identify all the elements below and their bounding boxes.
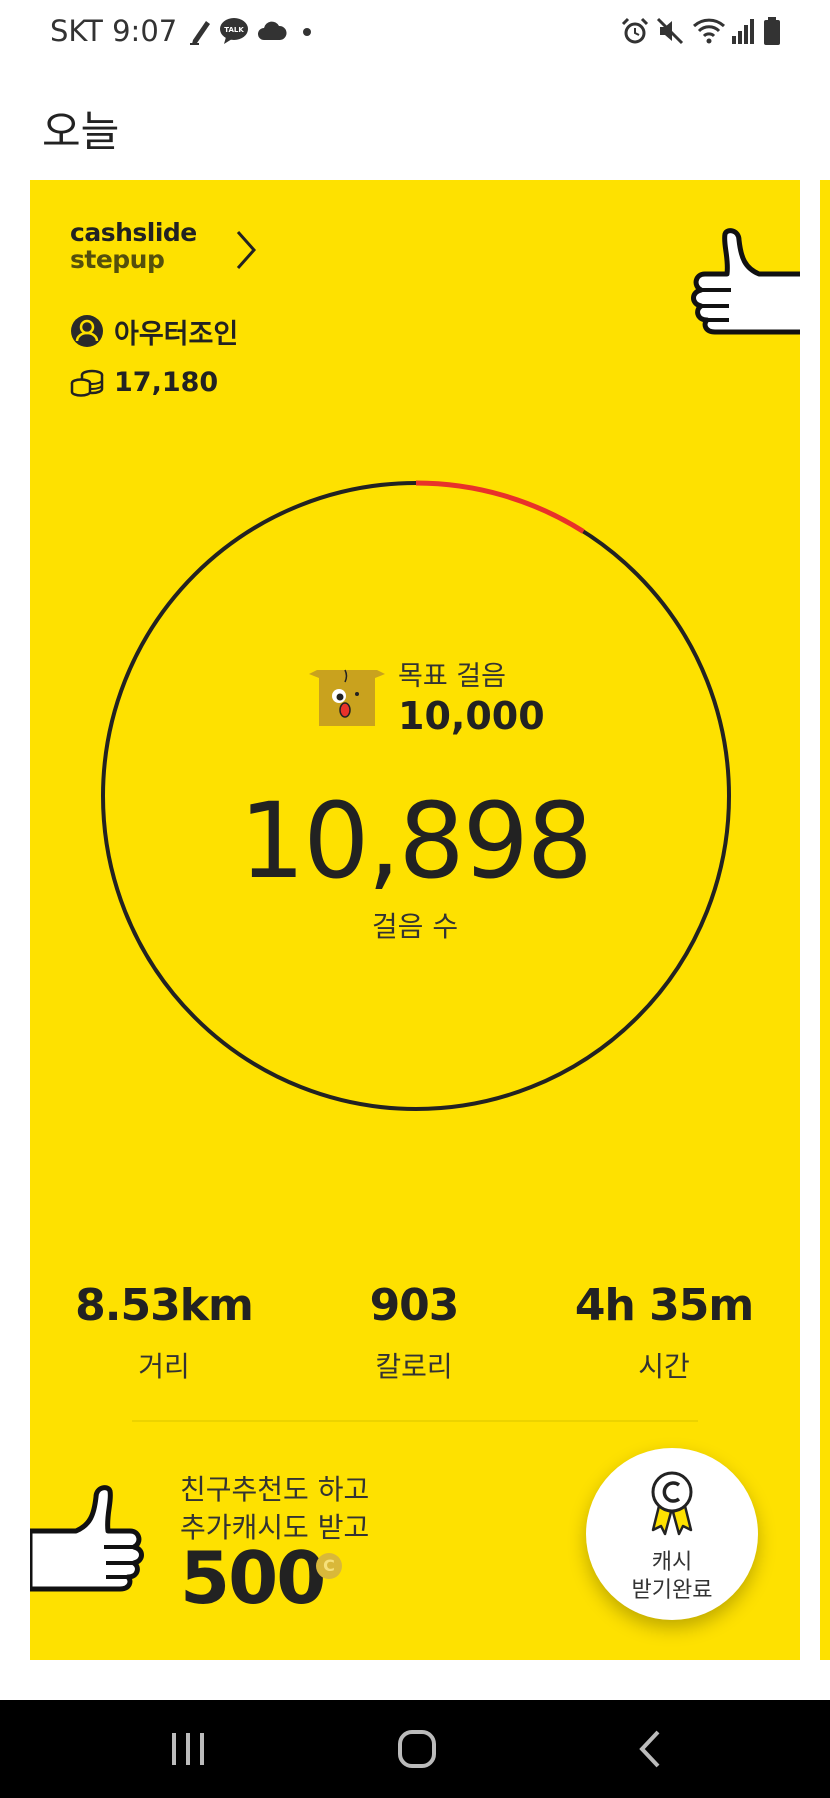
battery-icon	[764, 17, 780, 45]
status-time: SKT 9:07	[50, 14, 178, 48]
progress-over-goal-arc	[415, 480, 585, 534]
user-name: 아우터조인	[114, 318, 239, 350]
stat-distance-label: 거리	[138, 1350, 190, 1383]
user-row: 아우터조인	[70, 313, 239, 350]
nav-bar	[0, 1700, 830, 1798]
mute-icon	[656, 17, 684, 45]
brand-logo[interactable]: cashslide stepup	[70, 220, 197, 272]
mascot-icon	[309, 669, 385, 726]
user-circle-icon	[71, 315, 103, 347]
stat-time: 4h 35m 시간	[544, 1280, 784, 1385]
thumbs-up-icon	[691, 228, 800, 335]
promo-reward-value[interactable]: 500	[180, 1536, 326, 1620]
talk-badge-text: TALK	[224, 26, 244, 34]
stat-distance-value: 8.53km	[75, 1280, 254, 1331]
kakaotalk-icon: TALK	[220, 18, 248, 44]
brand-line1: cashslide	[70, 218, 197, 247]
chevron-right-icon[interactable]	[232, 228, 260, 272]
stat-calories-label: 칼로리	[375, 1350, 453, 1383]
goal-label: 목표 걸음	[398, 661, 506, 692]
step-count-label: 걸음 수	[371, 910, 459, 943]
page-title: 오늘	[42, 107, 120, 156]
back-icon[interactable]	[636, 1728, 666, 1770]
cash-button-line2: 받기완료	[631, 1578, 713, 1603]
thumbs-up-left-icon	[30, 1485, 144, 1592]
promo-text-line1[interactable]: 친구추천도 하고	[180, 1468, 369, 1508]
cash-coin-icon: C	[316, 1553, 342, 1579]
divider	[132, 1420, 698, 1422]
step-count: 10,898	[239, 780, 593, 902]
brand-line2: stepup	[70, 245, 165, 274]
wifi-icon	[692, 18, 726, 44]
coin-stack-icon	[70, 369, 104, 397]
stat-calories: 903 칼로리	[294, 1280, 534, 1385]
stat-time-value: 4h 35m	[574, 1280, 754, 1331]
cloud-icon	[258, 21, 287, 40]
coin-amount: 17,180	[114, 366, 219, 398]
cash-claim-button[interactable]: 캐시 받기완료	[586, 1448, 758, 1620]
stat-calories-value: 903	[369, 1280, 460, 1331]
home-icon[interactable]	[396, 1728, 438, 1770]
alarm-icon	[621, 17, 649, 44]
medal-icon	[651, 1471, 693, 1536]
pen-icon	[190, 21, 210, 45]
recent-apps-icon[interactable]	[168, 1730, 208, 1768]
coin-row: 17,180	[70, 364, 218, 400]
dot-icon	[303, 28, 311, 36]
status-bar: SKT 9:07 TALK	[0, 0, 830, 62]
stat-distance: 8.53km 거리	[44, 1280, 284, 1385]
goal-value: 10,000	[398, 694, 545, 738]
stat-time-label: 시간	[638, 1350, 690, 1383]
signal-icon	[732, 19, 754, 44]
